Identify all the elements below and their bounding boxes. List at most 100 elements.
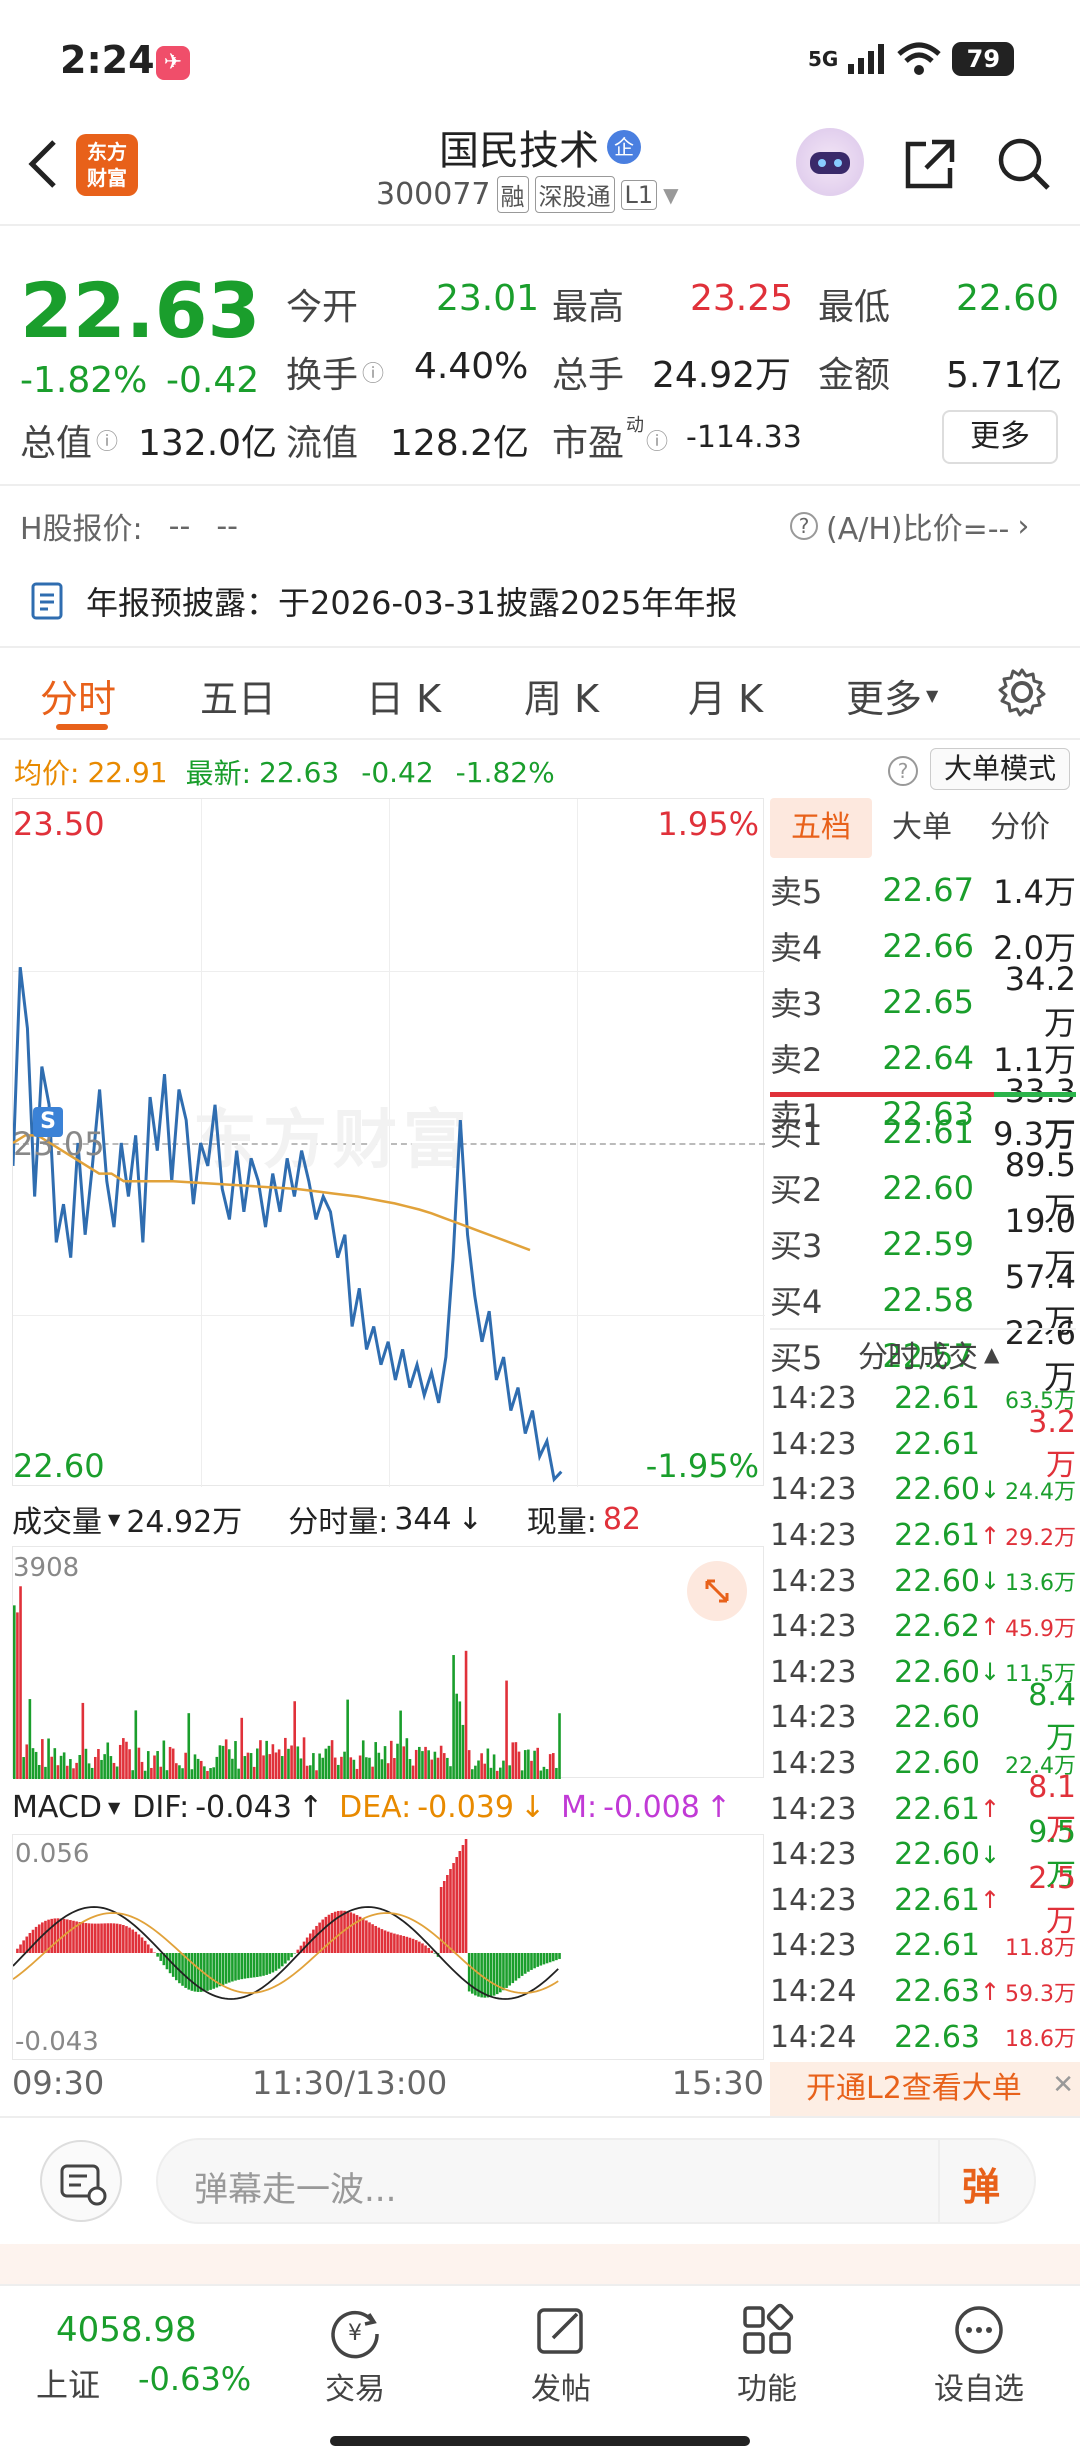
- macd-bar: [237, 1953, 240, 1980]
- tick-list[interactable]: 14:23 22.61 63.5万 14:23 22.61 3.2万 14:23…: [770, 1376, 1076, 2060]
- change-value: -0.42: [166, 360, 260, 401]
- volume-bar: [146, 1751, 150, 1779]
- macd-bar: [209, 1953, 212, 1990]
- nav-trade[interactable]: ¥ 交易: [300, 2300, 410, 2408]
- danmu-settings-button[interactable]: [40, 2140, 122, 2222]
- sell-order-row[interactable]: 卖3 22.65 34.2万: [770, 960, 1076, 1042]
- macd-bar: [224, 1953, 228, 1984]
- pe-label-group[interactable]: 市盈动 ⓘ: [552, 414, 668, 466]
- macd-indicator-label[interactable]: MACD: [12, 1790, 102, 1825]
- tick-row: 14:24 22.63 ↑ 59.3万: [770, 1969, 1076, 2015]
- expand-button[interactable]: [687, 1561, 747, 1621]
- macd-bar: [548, 1953, 552, 1963]
- volume-bar: [299, 1758, 303, 1779]
- macd-bar: [361, 1918, 365, 1953]
- buy-price: 22.59: [882, 1225, 974, 1263]
- more-button[interactable]: 更多: [942, 410, 1058, 464]
- tick-time: 14:23: [770, 1609, 857, 1645]
- macd-bar: [358, 1916, 362, 1953]
- tab-monthly-k[interactable]: 月 K: [688, 668, 763, 723]
- volume-bar: [44, 1766, 47, 1779]
- tab-weekly-k[interactable]: 周 K: [524, 668, 599, 723]
- x-axis-start: 09:30: [12, 2064, 105, 2102]
- macd-bar: [153, 1952, 156, 1953]
- big-order-mode-button[interactable]: 大单模式: [930, 748, 1070, 790]
- settings-gear-icon[interactable]: [996, 666, 1048, 718]
- macd-bar: [146, 1944, 150, 1953]
- buy-ratio-bar: [994, 1092, 1076, 1097]
- tick-volume: 59.3万: [1005, 1981, 1076, 2007]
- macd-bar: [165, 1953, 169, 1970]
- nav-post[interactable]: 发帖: [506, 2300, 616, 2408]
- volume-bar: [439, 1745, 443, 1779]
- volume-indicator-label[interactable]: 成交量: [12, 1497, 102, 1541]
- tab-more[interactable]: 更多 ▼: [846, 668, 938, 723]
- nav-functions[interactable]: 功能: [712, 2300, 822, 2408]
- sell-volume: 1.4万: [993, 873, 1076, 911]
- up-arrow-icon: ↑: [297, 1789, 324, 1825]
- tab-intraday[interactable]: 分时: [40, 668, 116, 723]
- tab-big-order[interactable]: 大单: [892, 798, 952, 858]
- search-icon[interactable]: [994, 134, 1054, 194]
- macd-bar: [464, 1839, 468, 1953]
- danmu-input[interactable]: 弹幕走一波... 弹: [156, 2138, 1036, 2224]
- index-ticker[interactable]: 4058.98 上证 -0.63%: [0, 2286, 288, 2426]
- dropdown-icon[interactable]: ▼: [108, 1510, 120, 1529]
- sell-order-row[interactable]: 卖5 22.67 1.4万: [770, 862, 1076, 918]
- price-chart-area[interactable]: 东方财富 23.50 1.95% 23.05 22.60 -1.95% S: [12, 798, 765, 1487]
- robot-icon: [810, 152, 850, 174]
- volume-bar: [212, 1767, 215, 1779]
- macd-bar: [315, 1925, 318, 1953]
- ticks-title[interactable]: 分时成交 ▲: [858, 1332, 999, 1376]
- ah-ratio[interactable]: ? (A/H)比价=-- ›: [790, 504, 1029, 548]
- danmu-send-button[interactable]: 弹: [938, 2140, 1034, 2222]
- volume-bar: [315, 1770, 318, 1779]
- index-value: 4058.98: [56, 2310, 197, 2350]
- volume-bar: [78, 1754, 82, 1779]
- low-value: 22.60: [956, 278, 1060, 319]
- volume-chart-area[interactable]: 3908: [12, 1546, 764, 1779]
- macd-info-bar: MACD ▼ DIF: -0.043 ↑ DEA: -0.039 ↓ M: -0…: [12, 1782, 764, 1832]
- macd-bar: [150, 1948, 153, 1953]
- macd-bar: [486, 1953, 490, 1998]
- volume-bar: [436, 1757, 440, 1779]
- volume-bar: [405, 1738, 409, 1779]
- help-icon[interactable]: ?: [888, 756, 918, 786]
- robot-assistant-button[interactable]: [796, 128, 864, 196]
- nav-add-watchlist[interactable]: 设自选: [914, 2300, 1044, 2408]
- notice-banner[interactable]: 年报预披露：于2026-03-31披露2025年年报: [30, 578, 737, 624]
- sell-signal-marker[interactable]: S: [33, 1107, 63, 1137]
- mcap-label-group[interactable]: 总值 ⓘ: [20, 414, 118, 466]
- volume-bar: [533, 1750, 536, 1779]
- tab-daily-k[interactable]: 日 K: [366, 668, 441, 723]
- volume-bar: [72, 1768, 75, 1779]
- turnover-label-group[interactable]: 换手 ⓘ: [286, 346, 384, 398]
- volume-bar: [187, 1713, 191, 1779]
- tab-five-day[interactable]: 五日: [200, 668, 276, 723]
- macd-chart-area[interactable]: 0.056 -0.043: [12, 1834, 764, 2060]
- dropdown-icon[interactable]: ▼: [108, 1798, 120, 1817]
- close-icon[interactable]: ✕: [1052, 2058, 1074, 2112]
- volume-bar: [50, 1756, 53, 1779]
- macd-bar: [181, 1953, 184, 1986]
- volume-bar: [558, 1713, 561, 1779]
- share-icon[interactable]: [900, 134, 960, 194]
- macd-bar: [259, 1953, 262, 1977]
- level-dropdown-icon[interactable]: ▼: [663, 183, 678, 207]
- volume-bar: [305, 1765, 309, 1779]
- tick-row: 14:23 22.61 ↑ 29.2万: [770, 1513, 1076, 1559]
- info-icon: ⓘ: [646, 430, 669, 455]
- tick-row: 14:23 22.61 ↑ 2.5万: [770, 1861, 1076, 1939]
- volume-bar: [153, 1755, 156, 1779]
- l2-upsell-banner[interactable]: 开通L2查看大单 ✕: [770, 2062, 1080, 2116]
- tick-time: 14:23: [770, 1563, 857, 1599]
- macd-bar: [389, 1932, 393, 1953]
- volume-bar: [290, 1745, 293, 1779]
- volume-bar: [449, 1766, 452, 1779]
- amount-label: 金额: [818, 355, 891, 396]
- volume-bar: [252, 1766, 256, 1779]
- tab-five-level[interactable]: 五档: [770, 798, 872, 858]
- volume-bar: [259, 1740, 262, 1779]
- tab-price-dist[interactable]: 分价: [990, 798, 1050, 858]
- tick-price: 22.63: [894, 2019, 980, 2055]
